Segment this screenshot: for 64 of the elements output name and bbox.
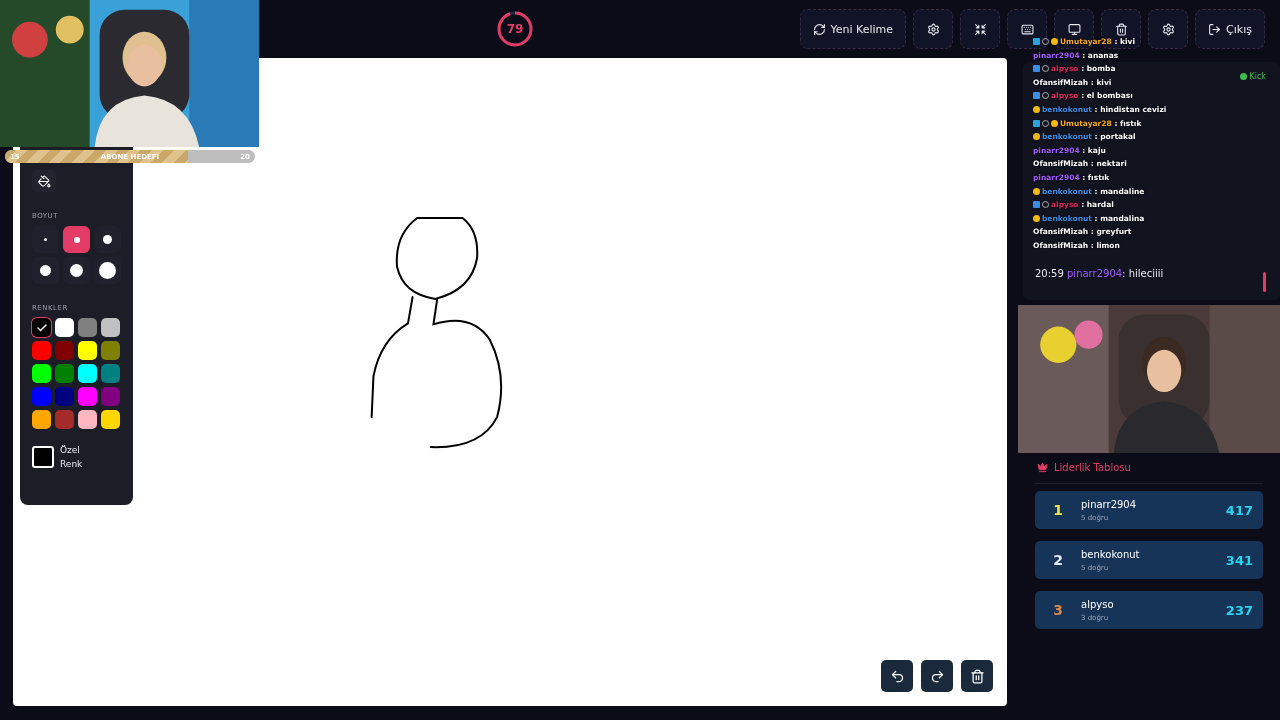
brush-size-button[interactable]	[94, 226, 121, 253]
color-swatch[interactable]	[78, 318, 97, 337]
rank-number: 2	[1052, 552, 1064, 568]
color-swatch[interactable]	[78, 364, 97, 383]
player-name: alpyso	[1081, 598, 1115, 610]
player-name: pinarr2904	[1081, 498, 1138, 510]
logout-icon	[1208, 22, 1222, 36]
toolbar-icon-button[interactable]	[1007, 9, 1048, 49]
custom-color-swatch[interactable]	[32, 446, 54, 469]
undo-icon	[889, 668, 905, 684]
brush-size-button[interactable]	[94, 257, 121, 284]
settings-icon	[926, 22, 940, 36]
crown-icon	[1037, 462, 1048, 473]
monitor-icon	[1067, 22, 1081, 36]
brush-size-button[interactable]	[32, 257, 59, 284]
exit-button[interactable]: Çıkış	[1195, 9, 1265, 49]
keyboard-icon	[1020, 22, 1034, 36]
settings-icon	[1161, 22, 1175, 36]
leaderboard-title: Liderlik Tablosu	[1035, 462, 1263, 484]
player-name: benkokonut	[1081, 548, 1141, 560]
trash-icon	[1114, 22, 1128, 36]
new-word-button[interactable]: Yeni Kelime	[799, 9, 907, 49]
color-swatch[interactable]	[32, 410, 51, 429]
timer-value: 79	[506, 22, 524, 36]
redo-icon	[929, 668, 945, 684]
brush-size-button[interactable]	[63, 226, 90, 253]
shrink-icon	[973, 22, 987, 36]
check-icon	[35, 321, 48, 334]
color-swatch[interactable]	[78, 410, 97, 429]
toolbar-icon-button[interactable]	[913, 9, 954, 49]
fill-button[interactable]	[32, 170, 56, 192]
color-swatch[interactable]	[101, 341, 120, 360]
custom-color-label: Özel Renk	[60, 444, 84, 472]
color-swatch[interactable]	[78, 387, 97, 406]
rank-number: 1	[1052, 502, 1064, 518]
trash-icon	[969, 668, 985, 684]
color-swatch[interactable]	[55, 341, 74, 360]
color-swatch[interactable]	[32, 341, 51, 360]
rank-number: 3	[1052, 602, 1064, 618]
player-score: 237	[1225, 602, 1253, 618]
trash-button[interactable]	[961, 660, 993, 692]
toolbar-icon-button[interactable]	[1148, 9, 1189, 49]
player-score: 341	[1225, 552, 1253, 568]
color-swatch[interactable]	[101, 387, 120, 406]
color-swatch[interactable]	[101, 318, 120, 337]
timer-ring	[496, 10, 534, 48]
color-swatch[interactable]	[78, 341, 97, 360]
color-swatch[interactable]	[101, 364, 120, 383]
brush-size-button[interactable]	[63, 257, 90, 284]
refresh-icon	[812, 22, 826, 36]
redo-button[interactable]	[921, 660, 953, 692]
color-swatch[interactable]	[32, 387, 51, 406]
color-swatch[interactable]	[32, 318, 51, 337]
undo-button[interactable]	[881, 660, 913, 692]
color-swatch[interactable]	[55, 410, 74, 429]
player-score: 417	[1225, 502, 1253, 518]
platform-badge: Kick	[1239, 72, 1266, 81]
color-swatch[interactable]	[101, 410, 120, 429]
color-swatch[interactable]	[55, 387, 74, 406]
color-swatch[interactable]	[55, 364, 74, 383]
paint-bucket-icon	[37, 174, 51, 188]
color-swatch[interactable]	[55, 318, 74, 337]
color-swatch[interactable]	[32, 364, 51, 383]
chat-message: 20:59 pinarr2904: hileciiii	[1035, 268, 1164, 279]
